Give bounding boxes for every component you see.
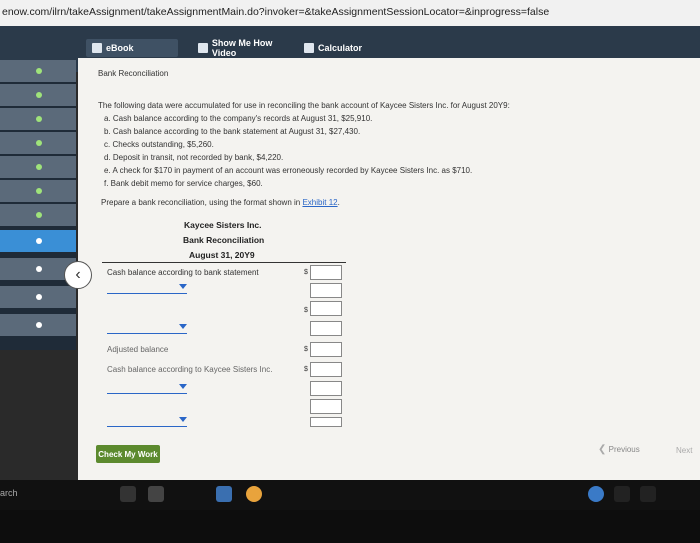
amount-input[interactable] (310, 283, 342, 298)
question-item[interactable] (0, 84, 76, 108)
question-item[interactable] (0, 60, 76, 84)
header-rule (102, 262, 346, 263)
show-me-how-video-button[interactable]: Show Me How Video (192, 38, 304, 58)
instructions-end: . (337, 198, 340, 207)
adjustment-dropdown[interactable] (107, 281, 187, 294)
collapse-sidebar-button[interactable]: ‹ (64, 261, 92, 289)
chevron-left-icon: ❮ (598, 444, 607, 455)
taskbar-search[interactable]: arch (0, 488, 18, 498)
question-item[interactable] (0, 314, 76, 338)
ebook-button[interactable]: eBook (86, 39, 178, 57)
previous-button[interactable]: ❮ Previous (598, 444, 640, 455)
status-dot-icon (36, 92, 42, 98)
data-item-e: e. A check for $170 in payment of an acc… (104, 166, 473, 175)
status-dot-icon (36, 116, 42, 122)
data-item-c: c. Checks outstanding, $5,260. (104, 140, 214, 149)
browser-url-bar[interactable]: enow.com/ilrn/takeAssignment/takeAssignm… (0, 0, 700, 26)
ebook-label: eBook (106, 43, 134, 53)
question-item[interactable] (0, 286, 76, 310)
chevron-down-icon (179, 284, 187, 289)
monitor-bezel (0, 510, 700, 543)
chevron-left-icon: ‹ (75, 266, 81, 283)
data-item-f: f. Bank debit memo for service charges, … (104, 179, 263, 188)
status-dot-icon (36, 188, 42, 194)
system-tray-icons[interactable] (640, 486, 656, 502)
data-item-d: d. Deposit in transit, not recorded by b… (104, 153, 284, 162)
exhibit-link[interactable]: Exhibit 12 (302, 198, 337, 207)
question-sidebar (0, 60, 76, 350)
question-item[interactable] (0, 156, 76, 180)
data-item-a: a. Cash balance according to the company… (104, 114, 373, 123)
amount-input[interactable] (310, 321, 342, 336)
question-item-active[interactable] (0, 230, 76, 254)
calculator-button[interactable]: Calculator (298, 39, 380, 57)
instructions: Prepare a bank reconciliation, using the… (101, 198, 340, 207)
question-item[interactable] (0, 108, 76, 132)
chevron-down-icon (179, 417, 187, 422)
statement-title: Bank Reconciliation (183, 235, 265, 245)
next-button[interactable]: Next (676, 446, 692, 455)
amount-input[interactable] (310, 417, 342, 427)
help-icon[interactable] (588, 486, 604, 502)
adjusted-balance-label: Adjusted balance (107, 345, 169, 354)
status-dot-icon (36, 266, 42, 272)
check-my-work-button[interactable]: Check My Work (96, 445, 160, 463)
question-item[interactable] (0, 132, 76, 156)
previous-label: Previous (608, 445, 640, 454)
adjustment-dropdown[interactable] (107, 381, 187, 394)
adjustment-dropdown[interactable] (107, 414, 187, 427)
file-explorer-icon[interactable] (216, 486, 232, 502)
microphone-icon[interactable] (120, 486, 136, 502)
calculator-label: Calculator (318, 43, 363, 53)
status-dot-icon (36, 238, 42, 244)
os-taskbar: arch (0, 480, 700, 510)
amount-input[interactable] (310, 399, 342, 414)
chevron-down-icon (179, 324, 187, 329)
chevron-down-icon (179, 384, 187, 389)
status-dot-icon (36, 322, 42, 328)
instructions-text: Prepare a bank reconciliation, using the… (101, 198, 303, 207)
bank-balance-input[interactable] (310, 265, 342, 280)
data-item-b: b. Cash balance according to the bank st… (104, 127, 361, 136)
question-item[interactable] (0, 204, 76, 228)
adjustment-dropdown[interactable] (107, 321, 187, 334)
video-label: Show Me How Video (211, 38, 273, 58)
dollar-sign: $ (304, 269, 308, 276)
status-dot-icon (36, 68, 42, 74)
adjusted-balance-input[interactable] (310, 342, 342, 357)
amount-input[interactable] (310, 381, 342, 396)
video-icon (198, 43, 208, 53)
status-dot-icon (36, 294, 42, 300)
bank-balance-label: Cash balance according to bank statement (107, 268, 259, 277)
task-view-icon[interactable] (148, 486, 164, 502)
status-dot-icon (36, 140, 42, 146)
dollar-sign: $ (304, 366, 308, 373)
dollar-sign: $ (304, 307, 308, 314)
company-balance-label: Cash balance according to Kaycee Sisters… (107, 365, 273, 374)
calculator-icon (304, 43, 314, 53)
question-item[interactable] (0, 180, 76, 204)
chrome-icon[interactable] (246, 486, 262, 502)
company-balance-input[interactable] (310, 362, 342, 377)
status-dot-icon (36, 212, 42, 218)
people-icon[interactable] (614, 486, 630, 502)
dollar-sign: $ (304, 346, 308, 353)
book-icon (92, 43, 102, 53)
company-name: Kaycee Sisters Inc. (184, 220, 262, 230)
status-dot-icon (36, 164, 42, 170)
question-title: Bank Reconciliation (98, 69, 169, 78)
url-text[interactable]: enow.com/ilrn/takeAssignment/takeAssignm… (2, 6, 549, 18)
question-intro: The following data were accumulated for … (98, 101, 510, 110)
amount-input[interactable] (310, 301, 342, 316)
statement-date: August 31, 20Y9 (189, 250, 255, 260)
